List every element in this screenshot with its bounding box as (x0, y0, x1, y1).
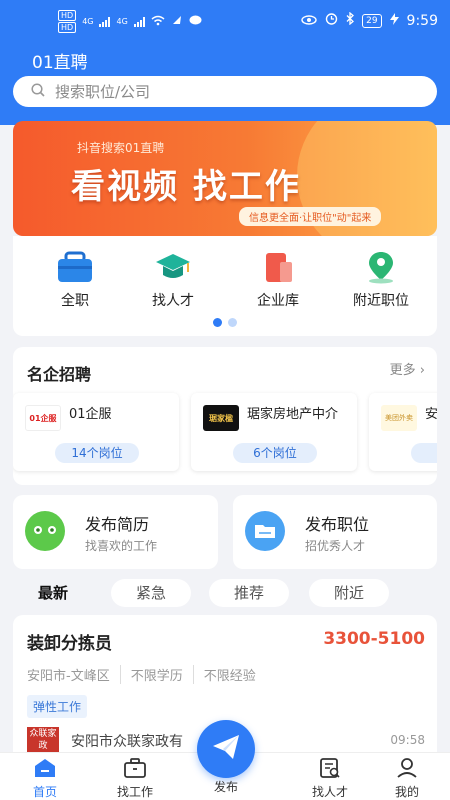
building-icon (260, 250, 296, 284)
charging-icon (389, 12, 399, 29)
job-title: 装卸分拣员 (27, 634, 112, 654)
app-notification-icon (171, 14, 183, 29)
post-time: 09:58 (390, 733, 425, 747)
tab-nearby[interactable]: 附近 (309, 579, 389, 607)
banner-tagline: 信息更全面·让职位"动"起来 (239, 207, 382, 226)
category-fulltime[interactable]: 全职 (25, 250, 125, 310)
tab-recommended[interactable]: 推荐 (209, 579, 289, 607)
paper-plane-icon (211, 733, 241, 765)
famous-companies-section: 名企招聘 更多 › 01企服 01企服 14个岗位 琚家楹 琚家房地产中介 6个… (13, 347, 437, 485)
publish-job-title: 发布职位 (305, 515, 370, 534)
carousel-dot-active[interactable] (213, 318, 222, 327)
company-logo: 众联家政 (27, 727, 59, 753)
nav-mine[interactable]: 我的 (372, 757, 442, 800)
search-bar[interactable] (13, 76, 437, 107)
job-meta: 安阳市-文峰区 不限学历 不限经验 (27, 665, 266, 684)
folder-icon (245, 511, 285, 551)
nav-find-talent[interactable]: 找人才 (295, 757, 365, 800)
job-education: 不限学历 (119, 665, 193, 684)
bluetooth-icon (346, 11, 355, 29)
category-nearby-jobs[interactable]: 附近职位 (331, 250, 431, 310)
eye-icon (301, 13, 317, 29)
briefcase-icon (123, 757, 147, 779)
publish-job-subtitle: 招优秀人才 (305, 539, 366, 553)
category-label: 企业库 (257, 293, 299, 309)
status-left: HD HD 4G 4G (58, 10, 202, 33)
job-experience: 不限经验 (192, 665, 266, 684)
category-company-library[interactable]: 企业库 (228, 250, 328, 310)
chevron-right-icon: › (419, 363, 425, 378)
tab-urgent[interactable]: 紧急 (111, 579, 191, 607)
network-type-right: 4G (116, 17, 128, 26)
company-logo: 美团外卖 (381, 405, 417, 431)
status-time: 9:59 (406, 12, 438, 29)
banner-headline: 看视频 找工作 (71, 167, 301, 207)
category-find-talent[interactable]: 找人才 (123, 250, 223, 310)
company-name: 琚家房地产中介 (247, 407, 339, 422)
promo-banner[interactable]: 抖音搜索01直聘 看视频 找工作 信息更全面·让职位"动"起来 (13, 121, 437, 236)
more-label: 更多 (389, 363, 416, 378)
user-icon (395, 757, 419, 779)
more-link[interactable]: 更多 › (390, 359, 425, 378)
app-title: 01直聘 (32, 53, 88, 73)
nav-label: 我的 (394, 785, 419, 799)
signal-icon (99, 16, 111, 27)
nav-label-publish: 发布 (213, 780, 238, 794)
job-salary: 3300-5100 (323, 629, 425, 649)
category-label: 全职 (61, 293, 89, 309)
positions-badge[interactable]: 6个岗位 (233, 443, 317, 463)
category-grid: 全职 找人才 企业库 附近职位 (13, 236, 437, 336)
graduation-cap-icon (155, 250, 191, 284)
publish-fab-button[interactable] (197, 720, 255, 778)
positions-badge[interactable]: 14个岗位 (55, 443, 139, 463)
banner-subtitle: 抖音搜索01直聘 (77, 141, 165, 155)
positions-badge[interactable]: 3个 (411, 443, 437, 463)
carousel-dots (213, 318, 237, 327)
category-label: 找人才 (152, 293, 194, 309)
wifi-icon (151, 15, 165, 29)
company-card[interactable]: 琚家楹 琚家房地产中介 6个岗位 (191, 393, 357, 471)
signal-icon-2 (133, 16, 145, 27)
network-type-left: 4G (82, 17, 94, 26)
company-logo: 琚家楹 (203, 405, 239, 431)
battery-level: 29 (362, 13, 382, 28)
resume-face-icon (25, 511, 65, 551)
job-location: 安阳市-文峰区 (27, 669, 110, 684)
nav-label: 找人才 (311, 785, 348, 799)
publish-resume-card[interactable]: 发布简历 找喜欢的工作 (13, 495, 218, 569)
carousel-dot[interactable] (228, 318, 237, 327)
company-name: 安阳市众联家政有 (71, 734, 183, 750)
status-bar: HD HD 4G 4G 29 9:59 (0, 0, 450, 44)
location-person-icon (363, 250, 399, 284)
nav-find-job[interactable]: 找工作 (100, 757, 170, 800)
hd-badges: HD HD (58, 10, 77, 33)
nav-label: 找工作 (116, 785, 153, 799)
nav-label: 首页 (32, 785, 57, 799)
company-name: 安 (425, 407, 437, 422)
publish-job-card[interactable]: 发布职位 招优秀人才 (233, 495, 437, 569)
company-logo: 01企服 (25, 405, 61, 431)
briefcase-icon (57, 250, 93, 284)
section-title: 名企招聘 (27, 365, 92, 384)
category-label: 附近职位 (353, 293, 409, 309)
job-tag: 弹性工作 (27, 695, 88, 718)
tab-latest[interactable]: 最新 (13, 579, 93, 607)
company-name: 01企服 (69, 407, 112, 422)
message-notification-icon (189, 15, 202, 29)
company-card[interactable]: 美团外卖 安 3个 (369, 393, 437, 471)
search-icon (31, 82, 45, 101)
publish-resume-title: 发布简历 (85, 515, 150, 534)
nav-home[interactable]: 首页 (10, 757, 80, 800)
search-input[interactable] (55, 82, 395, 101)
alarm-icon (325, 12, 338, 29)
company-card[interactable]: 01企服 01企服 14个岗位 (13, 393, 179, 471)
status-right: 29 9:59 (301, 11, 438, 29)
search-talent-icon (318, 757, 342, 779)
job-filter-tabs: 最新 紧急 推荐 附近 (13, 579, 437, 607)
home-icon (33, 757, 57, 779)
publish-resume-subtitle: 找喜欢的工作 (85, 539, 158, 553)
